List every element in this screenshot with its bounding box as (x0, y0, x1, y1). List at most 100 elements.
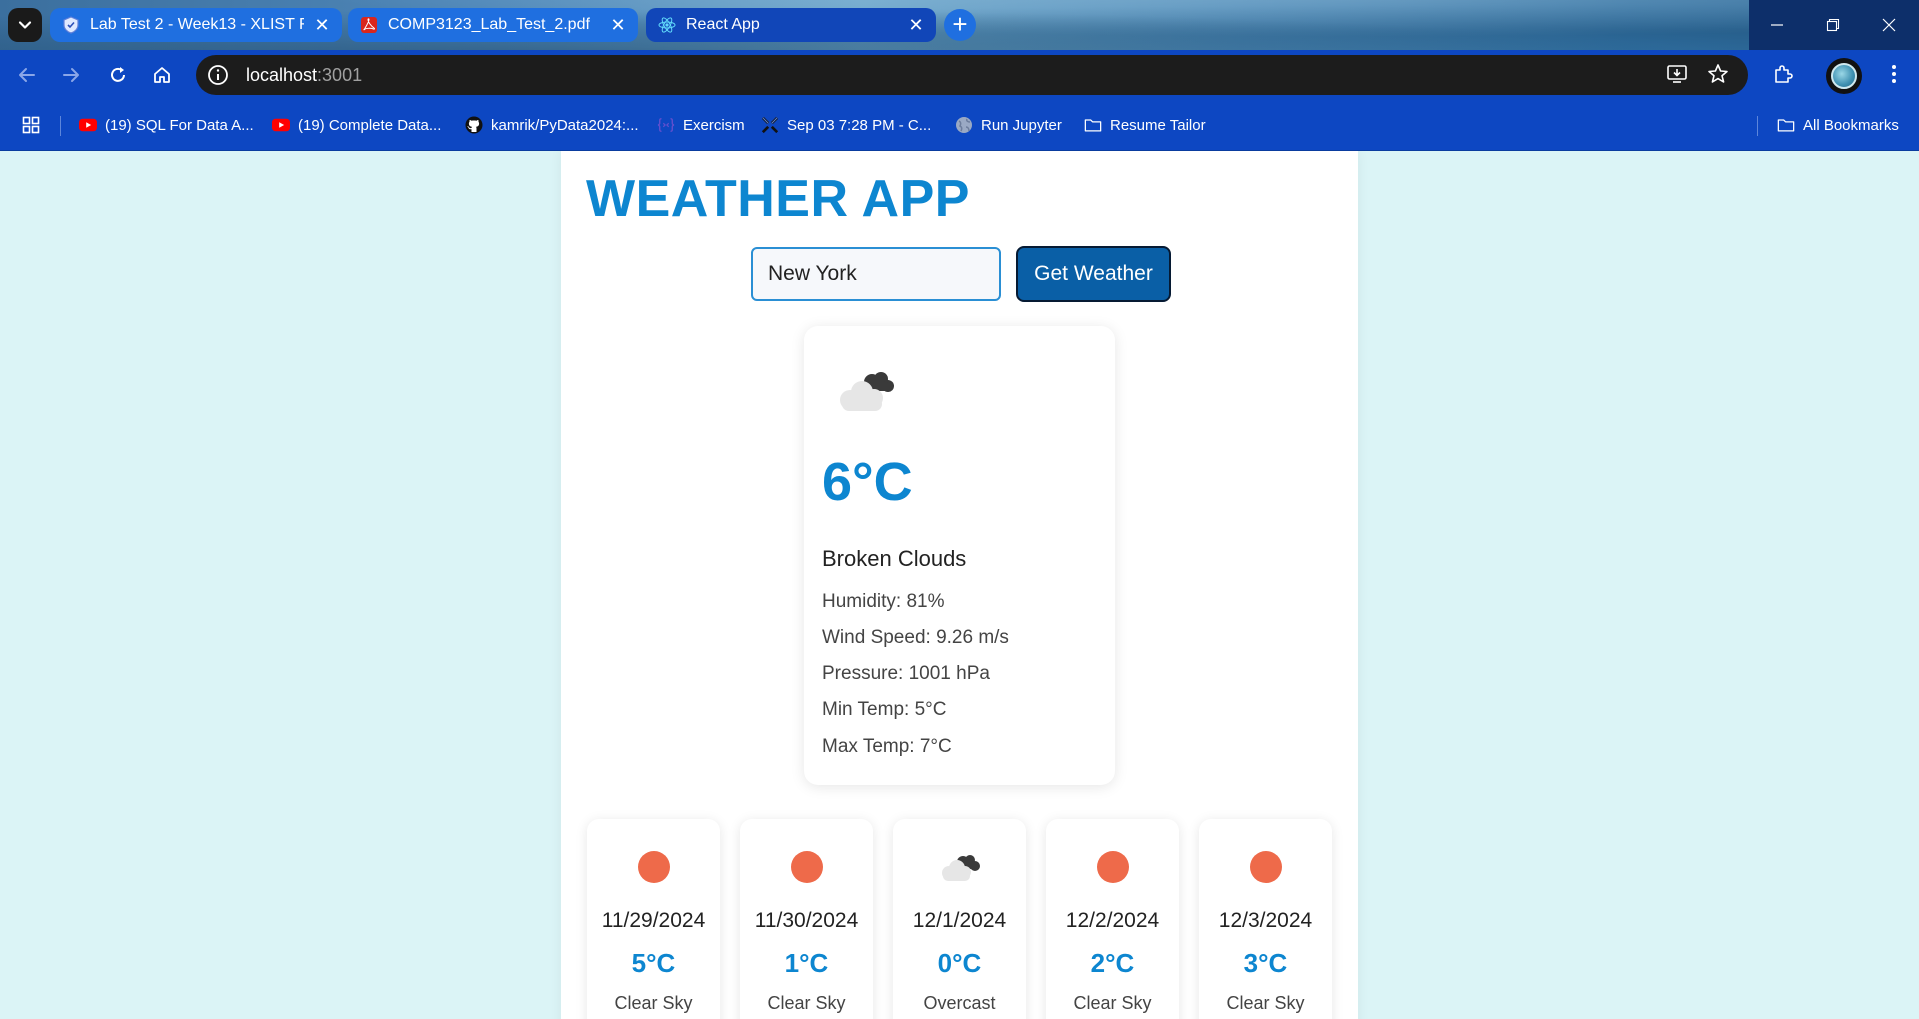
menu-icon[interactable] (1882, 62, 1906, 86)
folder-icon (1084, 116, 1102, 134)
tab-pdf[interactable]: COMP3123_Lab_Test_2.pdf ✕ (348, 8, 638, 42)
humidity-text: Humidity: 81% (822, 591, 945, 612)
all-bookmarks[interactable]: All Bookmarks (1777, 114, 1899, 136)
sun-icon (1088, 849, 1138, 885)
forecast-temperature: 1°C (784, 948, 829, 978)
wind-speed-text: Wind Speed: 9.26 m/s (822, 627, 1009, 648)
app-title: WEATHER APP (586, 170, 970, 228)
forecast-card: 11/30/2024 1°C Clear Sky (740, 819, 873, 1019)
avatar-image (1831, 63, 1857, 89)
home-icon[interactable] (147, 60, 177, 90)
forecast-description: Overcast (923, 993, 996, 1013)
pdf-icon (360, 16, 378, 34)
forecast-temperature: 5°C (631, 948, 676, 978)
folder-icon (1777, 116, 1795, 134)
page-viewport: WEATHER APP Get Weather 6°C Broken Clou (0, 151, 1919, 1019)
bookmark-pydata[interactable]: kamrik/PyData2024:... (465, 114, 639, 136)
forecast-card: 12/2/2024 2°C Clear Sky (1046, 819, 1179, 1019)
exercism-icon (657, 116, 675, 134)
forecast-card: 12/3/2024 3°C Clear Sky (1199, 819, 1332, 1019)
forward-icon[interactable] (56, 60, 86, 90)
url-text[interactable]: localhost:3001 (246, 65, 362, 86)
tab-title: COMP3123_Lab_Test_2.pdf (388, 16, 590, 33)
bookmark-label: Sep 03 7:28 PM - C... (787, 116, 932, 134)
forecast-date: 12/3/2024 (1218, 909, 1313, 932)
restore-icon[interactable] (1805, 0, 1861, 50)
sun-icon (1241, 849, 1291, 885)
profile-avatar[interactable] (1826, 58, 1862, 94)
bookmark-label: Exercism (683, 116, 745, 134)
current-description: Broken Clouds (822, 546, 967, 571)
shield-icon (62, 16, 80, 34)
forecast-card: 11/29/2024 5°C Clear Sky (587, 819, 720, 1019)
bookmark-label: Run Jupyter (981, 116, 1062, 134)
bookmark-complete-data[interactable]: (19) Complete Data... (272, 114, 441, 136)
weather-app: WEATHER APP Get Weather 6°C Broken Clou (561, 151, 1358, 1019)
get-weather-button[interactable]: Get Weather (1016, 246, 1171, 302)
url-host: localhost (246, 64, 318, 85)
all-bookmarks-label: All Bookmarks (1803, 116, 1899, 134)
broken-clouds-icon (832, 364, 902, 414)
address-bar[interactable]: localhost:3001 (196, 55, 1748, 95)
tab-title: React App (686, 16, 760, 33)
recording-icon (761, 116, 779, 134)
forecast-card: 12/1/2024 0°C Overcast (893, 819, 1026, 1019)
globe-icon (955, 116, 973, 134)
tab-strip: Lab Test 2 - Week13 - XLIST Fall ✕ COMP3… (0, 0, 1919, 50)
tab-react-app[interactable]: React App ✕ (646, 8, 936, 42)
site-info-icon[interactable] (206, 63, 230, 87)
forecast-temperature: 0°C (937, 948, 982, 978)
min-temp-text: Min Temp: 5°C (822, 699, 947, 720)
tab-lab-test[interactable]: Lab Test 2 - Week13 - XLIST Fall ✕ (50, 8, 342, 42)
max-temp-text: Max Temp: 7°C (822, 736, 952, 757)
forecast-temperature: 2°C (1090, 948, 1135, 978)
bookmark-recording[interactable]: Sep 03 7:28 PM - C... (761, 114, 931, 136)
github-icon (465, 116, 483, 134)
forecast-date: 12/2/2024 (1065, 909, 1160, 932)
browser-toolbar: localhost:3001 (0, 50, 1919, 100)
minimize-icon[interactable] (1749, 0, 1805, 50)
bookmarks-bar: (19) SQL For Data A... (19) Complete Dat… (0, 100, 1919, 151)
cloud-icon (935, 849, 985, 885)
install-app-icon[interactable] (1665, 62, 1689, 86)
extensions-icon[interactable] (1771, 62, 1795, 86)
bookmarks-divider (60, 116, 61, 136)
bookmark-star-icon[interactable] (1706, 62, 1730, 86)
bookmark-jupyter[interactable]: Run Jupyter (955, 114, 1062, 136)
back-icon[interactable] (12, 60, 42, 90)
youtube-icon (272, 116, 290, 134)
close-icon[interactable]: ✕ (908, 16, 924, 34)
react-icon (658, 16, 676, 34)
bookmark-label: Resume Tailor (1110, 116, 1206, 134)
sun-icon (629, 849, 679, 885)
bookmark-resume-tailor[interactable]: Resume Tailor (1084, 114, 1206, 136)
forecast-date: 12/1/2024 (912, 909, 1007, 932)
forecast-description: Clear Sky (614, 993, 693, 1013)
apps-icon[interactable] (22, 114, 40, 136)
tab-title: Lab Test 2 - Week13 - XLIST Fall (90, 16, 304, 33)
chevron-down-icon (18, 21, 32, 29)
bookmark-label: kamrik/PyData2024:... (491, 116, 639, 134)
close-icon[interactable]: ✕ (610, 16, 626, 34)
reload-icon[interactable] (103, 60, 133, 90)
close-window-icon[interactable] (1861, 0, 1917, 50)
forecast-date: 11/29/2024 (601, 909, 706, 932)
new-tab-button[interactable]: + (944, 9, 976, 41)
forecast-description: Clear Sky (1073, 993, 1152, 1013)
pressure-text: Pressure: 1001 hPa (822, 663, 990, 684)
bookmark-label: (19) Complete Data... (298, 116, 442, 134)
bookmark-label: (19) SQL For Data A... (105, 116, 254, 134)
forecast-date: 11/30/2024 (754, 909, 859, 932)
city-search-input[interactable] (751, 247, 1001, 301)
current-weather-card: 6°C Broken Clouds Humidity: 81% Wind Spe… (804, 326, 1115, 785)
sun-icon (782, 849, 832, 885)
close-icon[interactable]: ✕ (314, 16, 330, 34)
url-port: :3001 (317, 64, 363, 85)
bookmarks-divider (1757, 116, 1758, 136)
bookmark-sql[interactable]: (19) SQL For Data A... (79, 114, 254, 136)
forecast-description: Clear Sky (1226, 993, 1305, 1013)
bookmark-exercism[interactable]: Exercism (657, 114, 745, 136)
tab-search-button[interactable] (8, 8, 42, 42)
current-temperature: 6°C (822, 452, 913, 512)
youtube-icon (79, 116, 97, 134)
